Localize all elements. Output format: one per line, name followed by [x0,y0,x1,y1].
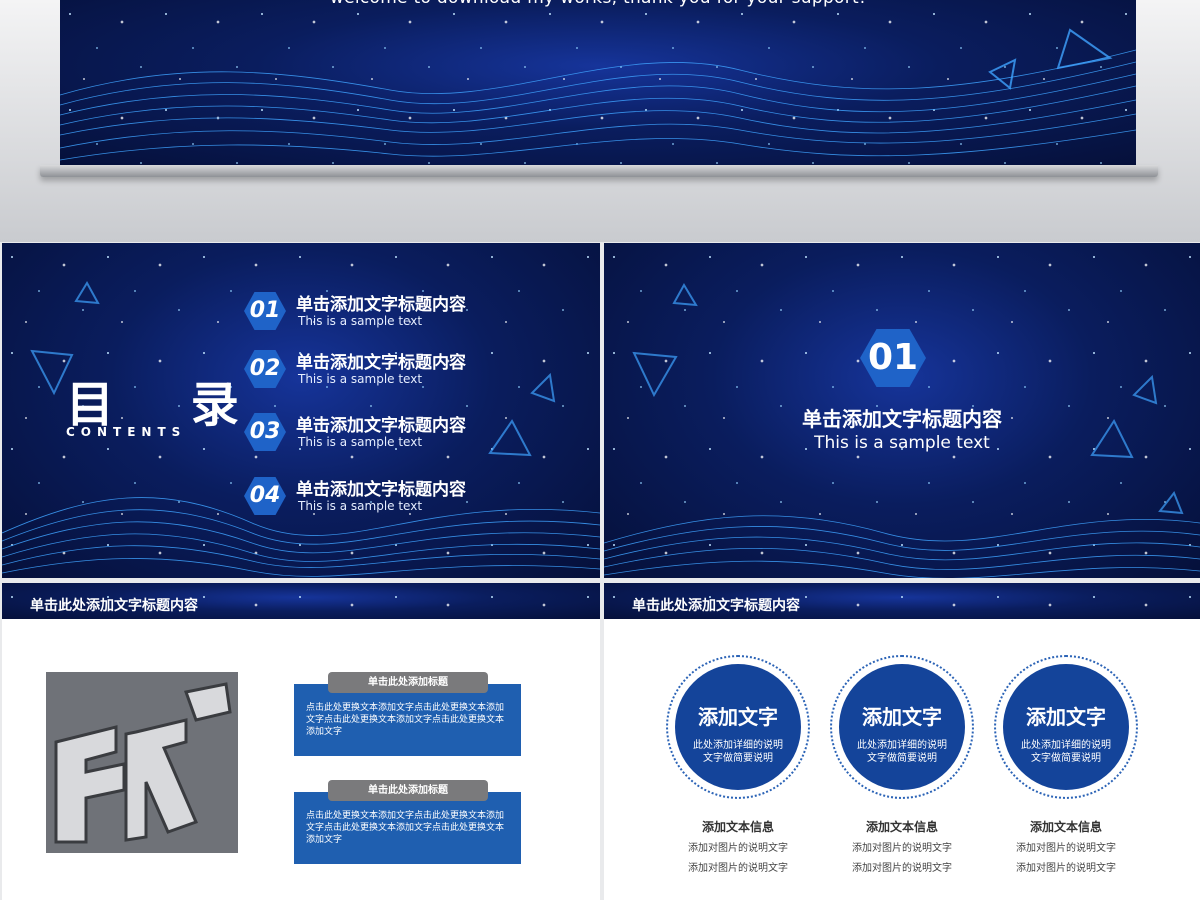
text-card[interactable]: 单击此处添加标题 点击此处更换文本添加文字点击此处更换文本添加文字点击此处更换文… [294,672,521,756]
info-line: 添加对图片的说明文字 [1016,843,1116,854]
toc-item-title: 单击添加文字标题内容 [296,416,466,436]
toc-item[interactable]: 04 单击添加文字标题内容 This is a sample text [244,475,574,519]
contents-subtitle: CONTENTS [66,425,187,439]
toc-item-sample: This is a sample text [298,314,423,328]
hero-shelf [40,165,1158,177]
slide-title: 单击此处添加文字标题内容 [632,598,800,614]
info-line: 添加对图片的说明文字 [852,863,952,874]
toc-number-badge: 02 [244,350,286,388]
toc-item-title: 单击添加文字标题内容 [296,295,466,315]
card-title-tab: 单击此处添加标题 [328,780,488,801]
text-card[interactable]: 单击此处添加标题 点击此处更换文本添加文字点击此处更换文本添加文字点击此处更换文… [294,780,521,864]
info-line: 添加对图片的说明文字 [688,863,788,874]
card-body: 点击此处更换文本添加文字点击此处更换文本添加文字点击此处更换文本添加文字点击此处… [306,703,505,737]
slide-title-bar: 单击此处添加文字标题内容 [2,583,600,619]
wave-mesh [60,28,1136,161]
photo-graphic [46,672,238,853]
text-cards-slide[interactable]: 单击此处添加文字标题内容 单击此处添加标题 点击此处更换文本添加文字点击此处更换… [2,583,600,900]
template-preview-sheet: welcome to download my works, thank you … [0,0,1200,900]
circle-disc: 添加文字 此处添加详细的说明 文字做简要说明 [675,664,801,790]
circle-title: 添加文字 [698,705,778,729]
toc-number-badge: 03 [244,413,286,451]
slide-title: 单击此处添加文字标题内容 [30,598,198,614]
info-title: 添加文本信息 [1029,820,1102,834]
toc-item-sample: This is a sample text [298,372,423,386]
circle-title: 添加文字 [862,705,942,729]
circle-line: 文字做简要说明 [703,753,773,764]
circle-title: 添加文字 [1026,705,1106,729]
circles-slide[interactable]: 单击此处添加文字标题内容 添加文字 此处添加详细的说明 文字做简要说明 添加文本… [604,583,1200,900]
circle-line: 文字做简要说明 [867,753,937,764]
metal-letters-photo [46,672,238,853]
info-line: 添加对图片的说明文字 [688,843,788,854]
contents-slide[interactable]: 目 录 CONTENTS 01 单击添加文字标题内容 This is a sam… [2,243,600,578]
toc-item[interactable]: 03 单击添加文字标题内容 This is a sample text [244,411,574,455]
toc-item-sample: This is a sample text [298,435,423,449]
circle-disc: 添加文字 此处添加详细的说明 文字做简要说明 [1003,664,1129,790]
toc-item-title: 单击添加文字标题内容 [296,480,466,500]
toc-item[interactable]: 01 单击添加文字标题内容 This is a sample text [244,290,574,334]
card-body: 点击此处更换文本添加文字点击此处更换文本添加文字点击此处更换文本添加文字点击此处… [306,811,505,845]
hero-caption: welcome to download my works, thank you … [60,0,1136,8]
info-line: 添加对图片的说明文字 [1016,863,1116,874]
feature-circle[interactable]: 添加文字 此处添加详细的说明 文字做简要说明 [830,655,974,799]
toc-item-sample: This is a sample text [298,499,423,513]
toc-item[interactable]: 02 单击添加文字标题内容 This is a sample text [244,348,574,392]
circle-disc: 添加文字 此处添加详细的说明 文字做简要说明 [839,664,965,790]
toc-item-title: 单击添加文字标题内容 [296,353,466,373]
toc-number-badge: 04 [244,477,286,515]
feature-circle[interactable]: 添加文字 此处添加详细的说明 文字做简要说明 [666,655,810,799]
info-title: 添加文本信息 [701,820,774,834]
section-sample: This is a sample text [814,433,990,453]
section-slide[interactable]: 01 单击添加文字标题内容 This is a sample text [604,243,1200,578]
card-title-tab: 单击此处添加标题 [328,672,488,693]
toc-number-badge: 01 [244,292,286,330]
hero-slide[interactable]: welcome to download my works, thank you … [60,0,1136,165]
info-line: 添加对图片的说明文字 [852,843,952,854]
feature-circle[interactable]: 添加文字 此处添加详细的说明 文字做简要说明 [994,655,1138,799]
slide-title-bar: 单击此处添加文字标题内容 [604,583,1200,619]
circle-line: 文字做简要说明 [1031,753,1101,764]
info-title: 添加文本信息 [865,820,938,834]
section-title: 单击添加文字标题内容 [802,407,1002,431]
